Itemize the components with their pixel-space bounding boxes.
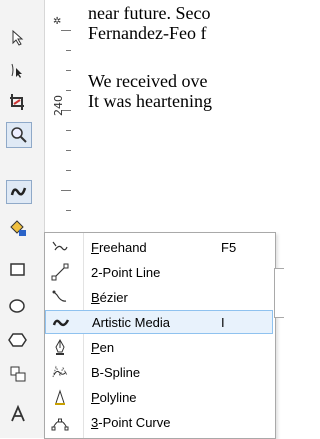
menu-item-freehand[interactable]: Freehand F5 (45, 235, 273, 259)
ruler-tick (61, 190, 71, 191)
polyline-icon (51, 388, 69, 406)
menu-item-pen[interactable]: Pen (45, 335, 273, 359)
object-tool-icon[interactable] (8, 364, 28, 384)
menu-item-artistic-media[interactable]: Artistic Media I (45, 310, 273, 334)
ruler-tick (66, 130, 71, 131)
menu-item-label: Artistic Media (92, 315, 171, 330)
menu-item-bezier[interactable]: Bézier (45, 285, 273, 309)
curve-tool-icon[interactable] (6, 180, 32, 204)
pick-tool-icon[interactable] (8, 28, 28, 48)
3-point-curve-icon (51, 413, 69, 431)
shape-tool-icon[interactable] (8, 60, 28, 80)
menu-item-b-spline[interactable]: B-Spline (45, 360, 273, 384)
bezier-icon (51, 288, 69, 306)
smart-fill-tool-icon[interactable] (8, 218, 28, 238)
ruler-tick (66, 50, 71, 51)
menu-item-label: 3-Point Curve (91, 415, 171, 430)
menu-item-label: 2-Point Line (91, 265, 161, 280)
ruler-tick (66, 90, 71, 91)
menu-item-shortcut: F5 (221, 240, 237, 255)
menu-item-label: B-Spline (91, 365, 141, 380)
zoom-tool-icon[interactable] (6, 122, 32, 148)
ellipse-tool-icon[interactable] (8, 296, 28, 316)
menu-item-label: Freehand (91, 240, 147, 255)
ruler-tick (61, 30, 71, 31)
toolbox (0, 0, 45, 438)
curve-tools-flyout-menu: Freehand F5 2-Point Line Bézier Artistic… (44, 232, 276, 439)
menu-item-polyline[interactable]: Polyline (45, 385, 273, 409)
document-line: near future. Seco (88, 3, 211, 23)
menu-item-label: Pen (91, 340, 115, 355)
ruler-tick (66, 170, 71, 171)
menu-item-label: Bézier (91, 290, 128, 305)
menu-item-3-point-curve[interactable]: 3-Point Curve (45, 410, 273, 434)
ruler-tick (66, 70, 71, 71)
text-tool-icon[interactable] (8, 404, 28, 424)
document-line: We received ove (88, 71, 208, 91)
2-point-line-icon (51, 263, 69, 281)
pen-icon (51, 338, 69, 356)
ruler-tick (66, 150, 71, 151)
menu-item-label: Polyline (91, 390, 137, 405)
b-spline-icon (51, 363, 69, 381)
ruler-label: 240 (52, 95, 65, 116)
page-edge (274, 268, 284, 318)
vertical-ruler (44, 0, 79, 233)
polygon-tool-icon[interactable] (8, 330, 28, 350)
freehand-icon (51, 238, 69, 256)
ruler-tick (66, 210, 71, 211)
artistic-media-icon (52, 314, 70, 332)
document-page: near future. Seco Fernandez-Feo f We rec… (88, 0, 288, 233)
ruler-origin-icon: ✲ (53, 16, 62, 27)
menu-item-2-point-line[interactable]: 2-Point Line (45, 260, 273, 284)
document-line: It was heartening (88, 91, 212, 111)
document-line: Fernandez-Feo f (88, 23, 207, 43)
crop-tool-icon[interactable] (8, 92, 28, 112)
menu-item-shortcut: I (221, 315, 225, 330)
rectangle-tool-icon[interactable] (8, 260, 28, 280)
